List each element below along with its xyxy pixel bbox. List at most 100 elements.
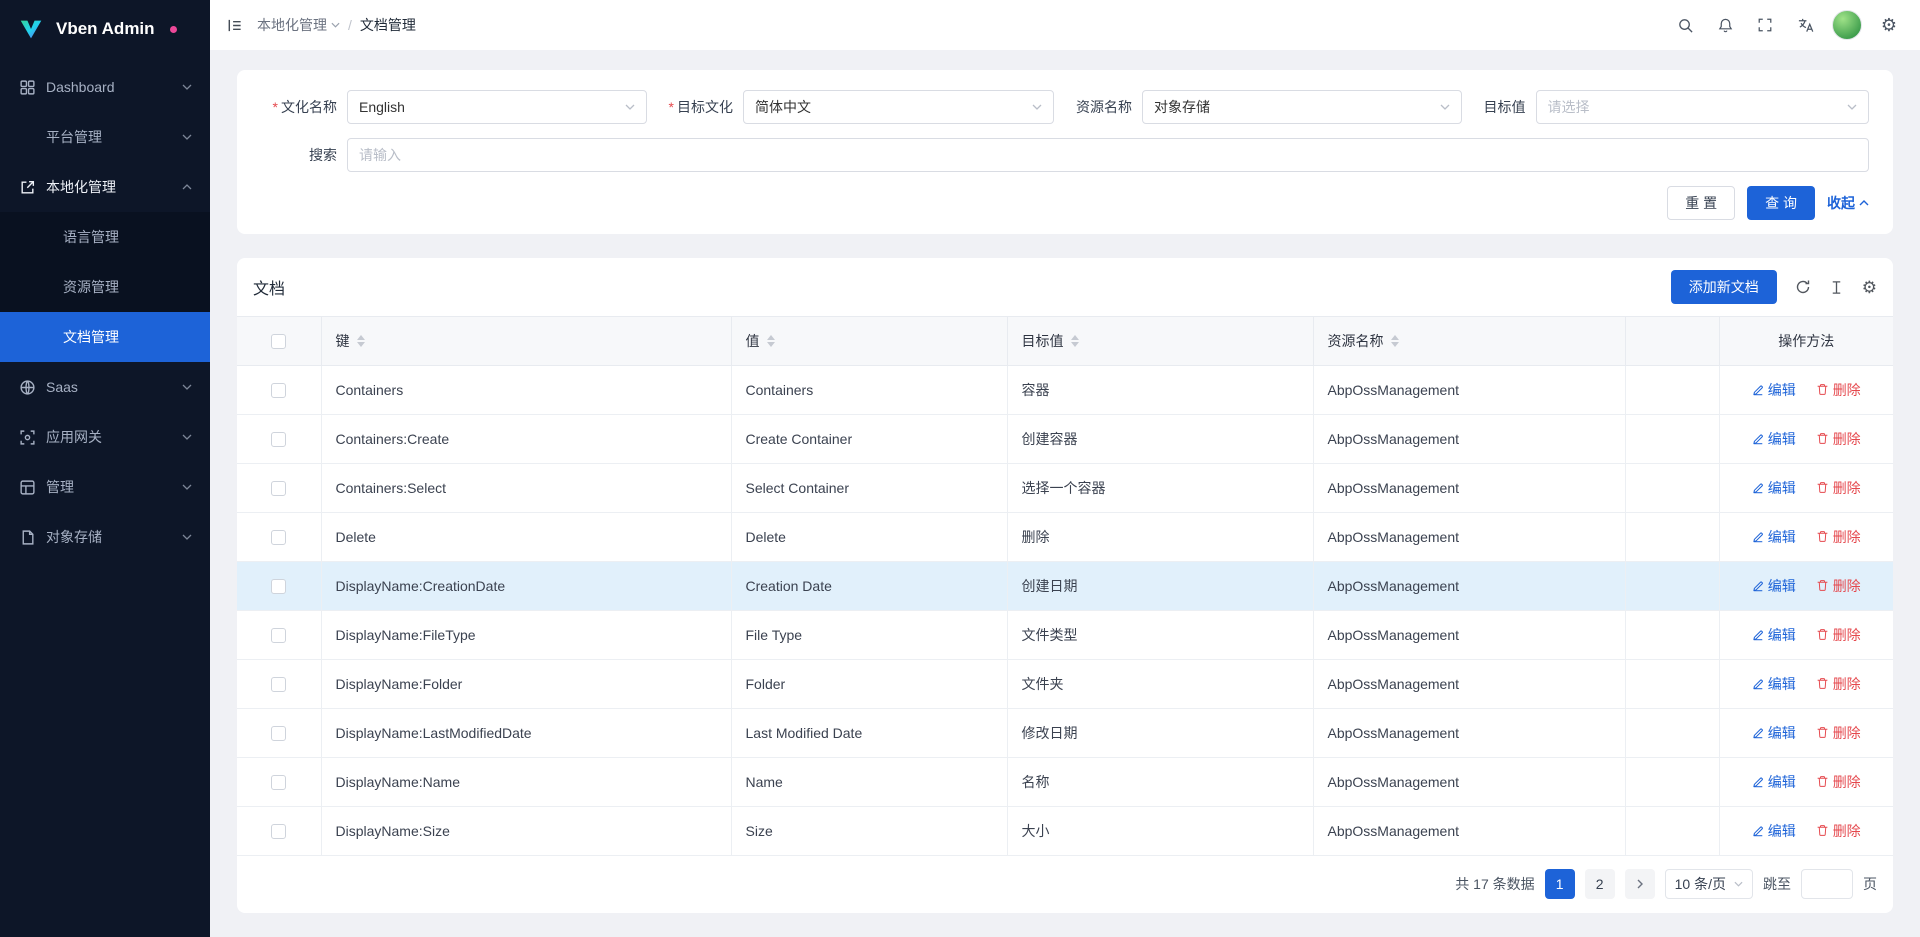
cell-resource-name: AbpOssManagement bbox=[1313, 758, 1625, 807]
sidebar-item-label: 资源管理 bbox=[63, 277, 192, 297]
settings-gear-icon[interactable]: ⚙ bbox=[1872, 8, 1906, 42]
delete-button[interactable]: 删除 bbox=[1816, 576, 1861, 596]
sidebar-item-language-management[interactable]: 语言管理 bbox=[0, 212, 210, 262]
target-value-select[interactable]: 请选择 bbox=[1536, 90, 1870, 124]
delete-button[interactable]: 删除 bbox=[1816, 380, 1861, 400]
add-document-button[interactable]: 添加新文档 bbox=[1671, 270, 1777, 304]
edit-button[interactable]: 编辑 bbox=[1752, 576, 1796, 596]
trash-icon bbox=[1816, 432, 1829, 445]
query-button[interactable]: 查 询 bbox=[1747, 186, 1815, 220]
delete-button[interactable]: 删除 bbox=[1816, 478, 1861, 498]
pencil-icon bbox=[1752, 727, 1764, 739]
row-checkbox[interactable] bbox=[271, 481, 286, 496]
page-size-select[interactable]: 10 条/页 bbox=[1665, 869, 1753, 899]
field-target-value: 目标值 请选择 bbox=[1484, 90, 1870, 124]
chevron-down-icon bbox=[182, 134, 192, 140]
search-icon[interactable] bbox=[1668, 8, 1702, 42]
delete-button[interactable]: 删除 bbox=[1816, 674, 1861, 694]
edit-button[interactable]: 编辑 bbox=[1752, 478, 1796, 498]
table-row[interactable]: DisplayName:Name Name 名称 AbpOssManagemen… bbox=[237, 758, 1893, 807]
row-checkbox[interactable] bbox=[271, 824, 286, 839]
saas-icon bbox=[18, 378, 36, 396]
sidebar-item-management[interactable]: 管理 bbox=[0, 462, 210, 512]
search-input[interactable] bbox=[347, 138, 1869, 172]
row-checkbox[interactable] bbox=[271, 677, 286, 692]
row-checkbox[interactable] bbox=[271, 383, 286, 398]
table-row[interactable]: Containers Containers 容器 AbpOssManagemen… bbox=[237, 366, 1893, 415]
refresh-icon[interactable] bbox=[1795, 279, 1811, 295]
sidebar-item-saas[interactable]: Saas bbox=[0, 362, 210, 412]
table-row[interactable]: DisplayName:FileType File Type 文件类型 AbpO… bbox=[237, 611, 1893, 660]
edit-button[interactable]: 编辑 bbox=[1752, 821, 1796, 841]
reset-button[interactable]: 重 置 bbox=[1667, 186, 1735, 220]
jump-page-input[interactable] bbox=[1801, 869, 1853, 899]
row-checkbox[interactable] bbox=[271, 775, 286, 790]
row-checkbox[interactable] bbox=[271, 432, 286, 447]
logo[interactable]: Vben Admin bbox=[0, 0, 210, 58]
edit-button[interactable]: 编辑 bbox=[1752, 429, 1796, 449]
table-row[interactable]: DisplayName:LastModifiedDate Last Modifi… bbox=[237, 709, 1893, 758]
fullscreen-icon[interactable] bbox=[1748, 8, 1782, 42]
collapse-link[interactable]: 收起 bbox=[1827, 193, 1869, 213]
sidebar-item-localization[interactable]: 本地化管理 bbox=[0, 162, 210, 212]
sidebar-item-object-storage[interactable]: 对象存储 bbox=[0, 512, 210, 562]
delete-button[interactable]: 删除 bbox=[1816, 723, 1861, 743]
resource-name-select[interactable]: 对象存储 bbox=[1142, 90, 1462, 124]
row-checkbox[interactable] bbox=[271, 628, 286, 643]
delete-button[interactable]: 删除 bbox=[1816, 527, 1861, 547]
sort-icons[interactable] bbox=[1391, 335, 1399, 347]
edit-button[interactable]: 编辑 bbox=[1752, 772, 1796, 792]
chevron-down-icon bbox=[1032, 104, 1042, 110]
sidebar-item-document-management[interactable]: 文档管理 bbox=[0, 312, 210, 362]
culture-name-select[interactable]: English bbox=[347, 90, 647, 124]
page-button-1[interactable]: 1 bbox=[1545, 869, 1575, 899]
column-header-resource-name[interactable]: 资源名称 bbox=[1313, 317, 1625, 366]
column-header-value[interactable]: 值 bbox=[731, 317, 1007, 366]
row-height-icon[interactable] bbox=[1829, 280, 1844, 295]
row-checkbox[interactable] bbox=[271, 530, 286, 545]
delete-button[interactable]: 删除 bbox=[1816, 772, 1861, 792]
sidebar-item-platform[interactable]: 平台管理 bbox=[0, 112, 210, 162]
breadcrumb-parent[interactable]: 本地化管理 bbox=[257, 15, 340, 35]
row-checkbox[interactable] bbox=[271, 726, 286, 741]
select-all-checkbox[interactable] bbox=[271, 334, 286, 349]
sidebar-item-dashboard[interactable]: Dashboard bbox=[0, 62, 210, 112]
delete-button[interactable]: 删除 bbox=[1816, 625, 1861, 645]
column-settings-gear-icon[interactable]: ⚙ bbox=[1862, 279, 1877, 296]
page-button-2[interactable]: 2 bbox=[1585, 869, 1615, 899]
edit-button[interactable]: 编辑 bbox=[1752, 380, 1796, 400]
cell-value: Size bbox=[731, 807, 1007, 856]
table-row[interactable]: DisplayName:Size Size 大小 AbpOssManagemen… bbox=[237, 807, 1893, 856]
sidebar-fold-icon[interactable] bbox=[226, 17, 243, 34]
sidebar-item-resource-management[interactable]: 资源管理 bbox=[0, 262, 210, 312]
sort-icons[interactable] bbox=[1071, 335, 1079, 347]
target-culture-select[interactable]: 简体中文 bbox=[743, 90, 1054, 124]
row-checkbox[interactable] bbox=[271, 579, 286, 594]
table-row[interactable]: DisplayName:Folder Folder 文件夹 AbpOssMana… bbox=[237, 660, 1893, 709]
column-header-target-value[interactable]: 目标值 bbox=[1007, 317, 1313, 366]
table-row[interactable]: Delete Delete 删除 AbpOssManagement 编辑 删除 bbox=[237, 513, 1893, 562]
table-row[interactable]: Containers:Select Select Container 选择一个容… bbox=[237, 464, 1893, 513]
edit-button[interactable]: 编辑 bbox=[1752, 674, 1796, 694]
breadcrumb-current[interactable]: 文档管理 bbox=[360, 15, 416, 35]
jump-label: 跳至 bbox=[1763, 874, 1791, 894]
edit-button[interactable]: 编辑 bbox=[1752, 625, 1796, 645]
column-header-key[interactable]: 键 bbox=[321, 317, 731, 366]
delete-button[interactable]: 删除 bbox=[1816, 429, 1861, 449]
sidebar-item-gateway[interactable]: 应用网关 bbox=[0, 412, 210, 462]
table-row[interactable]: Containers:Create Create Container 创建容器 … bbox=[237, 415, 1893, 464]
next-page-button[interactable] bbox=[1625, 869, 1655, 899]
avatar[interactable] bbox=[1832, 10, 1862, 40]
edit-button[interactable]: 编辑 bbox=[1752, 527, 1796, 547]
translate-icon[interactable] bbox=[1788, 8, 1822, 42]
edit-button[interactable]: 编辑 bbox=[1752, 723, 1796, 743]
delete-button[interactable]: 删除 bbox=[1816, 821, 1861, 841]
cell-value: Name bbox=[731, 758, 1007, 807]
sidebar-item-label: 对象存储 bbox=[46, 527, 182, 547]
sort-icons[interactable] bbox=[357, 335, 365, 347]
cell-resource-name: AbpOssManagement bbox=[1313, 415, 1625, 464]
sort-icons[interactable] bbox=[767, 335, 775, 347]
bell-icon[interactable] bbox=[1708, 8, 1742, 42]
pagination-total: 共 17 条数据 bbox=[1455, 874, 1534, 894]
table-row[interactable]: DisplayName:CreationDate Creation Date 创… bbox=[237, 562, 1893, 611]
